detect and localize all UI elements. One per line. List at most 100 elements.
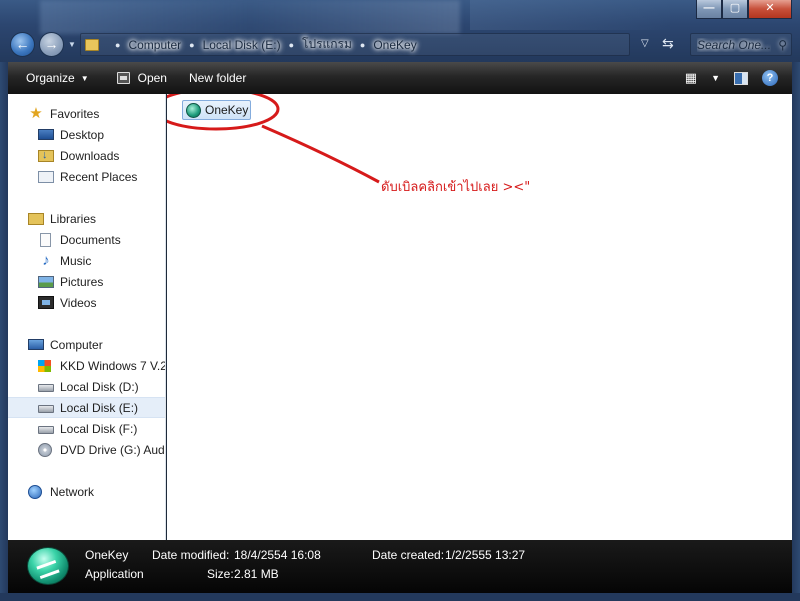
computer-icon xyxy=(28,339,44,350)
sidebar-item-local-disk-e[interactable]: Local Disk (E:) xyxy=(8,397,165,418)
view-options-dropdown-icon[interactable]: ▼ xyxy=(711,73,720,83)
open-icon xyxy=(116,72,130,84)
right-arrow-icon: → xyxy=(44,36,59,52)
close-button[interactable]: ✕ xyxy=(748,0,792,19)
sidebar-item-label: KKD Windows 7 V.2 xyxy=(60,358,166,373)
documents-icon xyxy=(40,232,51,247)
breadcrumb-separator-icon[interactable]: ● xyxy=(360,40,365,50)
details-file-type: Application xyxy=(85,567,144,581)
window-chrome: — ▢ ✕ ← → ▼ ● Computer ● Local Disk (E:)… xyxy=(0,0,800,62)
annotation-overlay xyxy=(167,94,380,184)
sidebar-favorites[interactable]: ★ Favorites xyxy=(8,103,165,124)
sidebar-item-videos[interactable]: Videos xyxy=(8,292,165,313)
hard-drive-icon xyxy=(38,426,54,434)
minimize-button[interactable]: — xyxy=(696,0,722,19)
sidebar-item-downloads[interactable]: Downloads xyxy=(8,145,165,166)
desktop-icon xyxy=(38,129,54,140)
details-file-name: OneKey xyxy=(85,548,129,562)
address-bar[interactable]: ● Computer ● Local Disk (E:) ● โปรแกรม ●… xyxy=(80,33,630,56)
search-box[interactable]: ⚲ xyxy=(690,33,792,56)
breadcrumb-local-disk-e[interactable]: Local Disk (E:) xyxy=(203,38,281,52)
command-bar: Organize ▼ Open New folder ▦ ▼ ? xyxy=(8,62,792,94)
aero-background xyxy=(40,0,460,34)
sidebar-item-pictures[interactable]: Pictures xyxy=(8,271,165,292)
toolbar-right-group: ▦ ▼ ? xyxy=(685,70,792,86)
downloads-icon xyxy=(38,149,54,162)
details-date-created-label: Date created: xyxy=(372,548,445,562)
sidebar-item-label: Local Disk (E:) xyxy=(60,400,139,415)
dvd-drive-icon xyxy=(38,442,52,457)
onekey-app-large-icon xyxy=(27,547,69,585)
organize-button[interactable]: Organize ▼ xyxy=(8,71,97,85)
onekey-app-icon xyxy=(186,102,201,118)
sidebar-item-local-disk-d[interactable]: Local Disk (D:) xyxy=(8,376,165,397)
breadcrumb-onekey[interactable]: OneKey xyxy=(373,38,416,52)
maximize-button[interactable]: ▢ xyxy=(722,0,748,19)
star-icon: ★ xyxy=(29,104,43,122)
libraries-icon xyxy=(28,212,44,225)
sidebar-item-recent-places[interactable]: Recent Places xyxy=(8,166,165,187)
sidebar-item-label: Documents xyxy=(60,232,121,247)
sidebar-item-label: Local Disk (F:) xyxy=(60,421,138,436)
new-folder-button[interactable]: New folder xyxy=(181,71,254,85)
sidebar-item-label: Libraries xyxy=(50,211,97,226)
details-pane: OneKey Application Date modified: 18/4/2… xyxy=(8,540,792,593)
sidebar-item-kkd-windows[interactable]: KKD Windows 7 V.2 xyxy=(8,355,166,376)
sidebar-item-documents[interactable]: Documents xyxy=(8,229,165,250)
network-globe-icon xyxy=(28,484,42,499)
videos-icon xyxy=(38,296,54,309)
sidebar-item-dvd-drive-g[interactable]: DVD Drive (G:) Audio xyxy=(8,439,166,460)
sidebar-item-label: Desktop xyxy=(60,127,105,142)
details-size-value: 2.81 MB xyxy=(234,567,279,581)
breadcrumb-separator-icon[interactable]: ● xyxy=(289,40,294,50)
recent-places-icon xyxy=(38,170,54,183)
annotation-arrow-line xyxy=(261,124,380,184)
sidebar-item-label: DVD Drive (G:) Audio xyxy=(60,442,166,457)
sidebar-item-local-disk-f[interactable]: Local Disk (F:) xyxy=(8,418,165,439)
breadcrumb-separator-icon[interactable]: ● xyxy=(115,40,120,50)
open-label: Open xyxy=(137,71,167,85)
search-input[interactable] xyxy=(697,37,771,52)
details-date-modified-value: 18/4/2554 16:08 xyxy=(234,548,321,562)
file-item-onekey[interactable]: OneKey xyxy=(182,100,251,120)
sidebar-network[interactable]: Network xyxy=(8,481,165,502)
file-list[interactable]: OneKey ดับเบิลคลิกเข้าไปเลย ><" xyxy=(167,94,792,540)
window-frame-bottom xyxy=(0,593,800,601)
sidebar-libraries[interactable]: Libraries xyxy=(8,208,165,229)
sidebar-item-label: Network xyxy=(50,484,95,499)
back-button[interactable]: ← xyxy=(10,32,35,57)
recent-pages-dropdown-icon[interactable]: ▼ xyxy=(68,40,76,49)
breadcrumb-computer[interactable]: Computer xyxy=(128,38,181,52)
help-icon[interactable]: ? xyxy=(762,70,778,86)
window-frame-left xyxy=(0,62,8,601)
sidebar-item-label: Music xyxy=(60,253,92,268)
details-size-label: Size: xyxy=(207,567,234,581)
address-dropdown-icon[interactable]: ▽ xyxy=(641,38,649,49)
left-arrow-icon: ← xyxy=(15,36,30,52)
sidebar-item-label: Favorites xyxy=(50,106,100,121)
sidebar-item-label: Videos xyxy=(60,295,97,310)
preview-pane-icon[interactable] xyxy=(734,71,748,85)
music-note-icon: ♪ xyxy=(42,251,50,269)
organize-label: Organize xyxy=(26,71,75,85)
breadcrumb-separator-icon[interactable]: ● xyxy=(189,40,194,50)
hard-drive-icon xyxy=(38,405,54,413)
sidebar-item-label: Recent Places xyxy=(60,169,138,184)
folder-icon xyxy=(85,38,99,51)
chevron-down-icon: ▼ xyxy=(80,73,89,83)
sidebar-computer[interactable]: Computer xyxy=(8,334,165,355)
sidebar-item-music[interactable]: ♪ Music xyxy=(8,250,165,271)
navigation-pane: ★ Favorites Desktop Downloads Recent Pla… xyxy=(8,94,166,540)
search-icon[interactable]: ⚲ xyxy=(778,38,787,52)
details-date-modified-label: Date modified: xyxy=(152,548,230,562)
pictures-icon xyxy=(38,275,54,288)
breadcrumb-programs[interactable]: โปรแกรม xyxy=(302,35,352,54)
hard-drive-icon xyxy=(38,384,54,392)
change-view-icon[interactable]: ▦ xyxy=(685,70,697,86)
aero-background-2 xyxy=(470,0,670,30)
open-button[interactable]: Open xyxy=(109,71,175,85)
sidebar-item-desktop[interactable]: Desktop xyxy=(8,124,165,145)
forward-button[interactable]: → xyxy=(39,32,64,57)
windows-drive-icon xyxy=(38,359,51,372)
refresh-icon[interactable]: ⇆ xyxy=(662,35,674,52)
